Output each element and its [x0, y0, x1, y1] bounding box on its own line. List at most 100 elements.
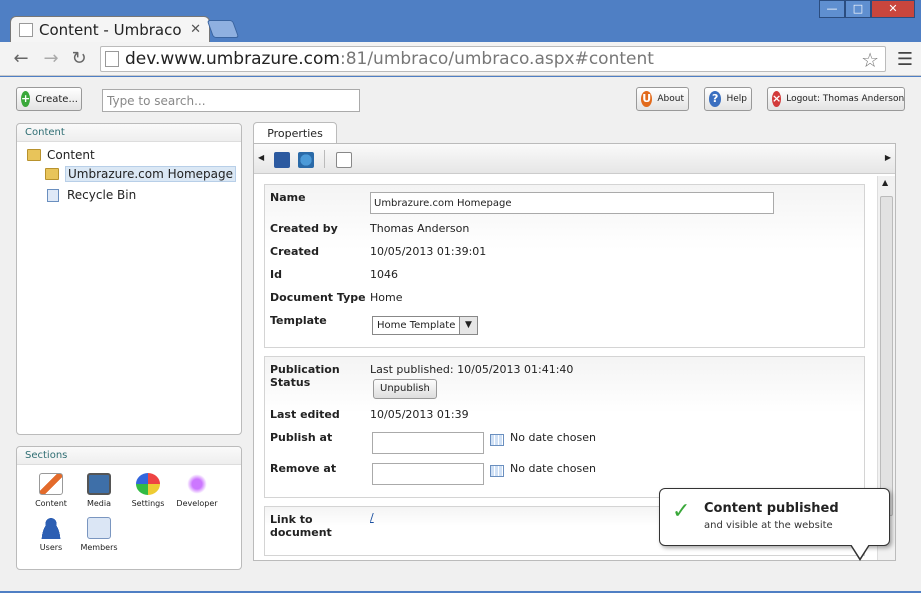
section-settings[interactable]: Settings [126, 473, 170, 508]
scroll-left-icon[interactable]: ◀ [258, 153, 264, 162]
reload-icon[interactable]: ↻ [68, 48, 90, 70]
publication-section: Publication Status Last published: 10/05… [264, 356, 865, 498]
section-users[interactable]: Users [29, 517, 73, 552]
save-icon[interactable] [274, 152, 290, 168]
help-icon: ? [709, 91, 722, 107]
save-and-publish-icon[interactable] [298, 152, 314, 168]
created-by-label: Created by [270, 222, 338, 235]
last-published-value: Last published: 10/05/2013 01:41:40 [370, 363, 574, 376]
publish-notification: ✓ Content published and visible at the w… [659, 488, 890, 561]
scroll-right-icon[interactable]: ▶ [885, 153, 891, 162]
document-type-label: Document Type [270, 291, 366, 304]
last-edited-label: Last edited [270, 408, 340, 421]
url-path: :81/umbraco/umbraco.aspx#content [339, 49, 654, 69]
about-label: About [657, 94, 684, 104]
scroll-up-icon[interactable]: ▲ [882, 178, 888, 187]
section-media[interactable]: Media [77, 473, 121, 508]
id-value: 1046 [370, 268, 398, 281]
back-arrow-icon[interactable]: ← [10, 48, 32, 70]
remove-at-label: Remove at [270, 462, 337, 475]
content-tree-header: Content [17, 124, 241, 142]
folder-icon [27, 149, 41, 161]
notification-tail-fill [851, 544, 869, 558]
new-tab-button[interactable] [206, 20, 240, 38]
minimize-button[interactable]: — [819, 0, 845, 18]
user-icon [39, 517, 63, 539]
menu-icon[interactable]: ☰ [897, 49, 913, 70]
tree-node-label: Umbrazure.com Homepage [65, 166, 236, 182]
page-icon [19, 22, 33, 37]
publish-at-field[interactable] [372, 432, 484, 454]
publication-status-label: Publication Status [270, 363, 340, 389]
browser-window: — □ ✕ Content - Umbraco C ✕ ← → ↻ dev.ww… [0, 0, 921, 593]
tree-node-recycle-bin[interactable]: Recycle Bin [47, 188, 136, 202]
template-select[interactable]: Home Template ▼ [372, 316, 478, 335]
close-window-button[interactable]: ✕ [871, 0, 915, 18]
section-label: Settings [131, 499, 165, 508]
properties-section: Name Created by Thomas Anderson Created … [264, 184, 865, 348]
section-content[interactable]: Content [29, 473, 73, 508]
section-label: Developer [176, 499, 218, 508]
created-label: Created [270, 245, 319, 258]
notification-title: Content published [704, 501, 839, 516]
forward-arrow-icon[interactable]: → [40, 48, 62, 70]
url-text: dev.www.umbrazure.com:81/umbraco/umbraco… [125, 49, 654, 69]
logout-icon: × [772, 91, 782, 107]
tree-node-label: Content [47, 148, 95, 162]
preview-icon[interactable] [336, 152, 352, 168]
document-link[interactable]: / [370, 511, 374, 524]
section-label: Members [80, 543, 118, 552]
created-by-value: Thomas Anderson [370, 222, 470, 235]
search-input[interactable] [102, 89, 360, 112]
publish-at-no-date: No date chosen [510, 431, 596, 444]
window-controls: — □ ✕ [819, 0, 915, 18]
create-button[interactable]: + Create... [16, 87, 82, 111]
created-value: 10/05/2013 01:39:01 [370, 245, 487, 258]
bookmark-star-icon[interactable]: ☆ [861, 48, 879, 72]
monitor-icon [87, 473, 111, 495]
tab-properties[interactable]: Properties [253, 122, 337, 144]
remove-at-field[interactable] [372, 463, 484, 485]
help-button[interactable]: ? Help [704, 87, 752, 111]
browser-tab[interactable]: Content - Umbraco C ✕ [10, 16, 210, 42]
name-field[interactable] [370, 192, 774, 214]
calendar-icon[interactable] [490, 434, 504, 446]
editor-toolbar: ◀ ▶ [254, 144, 895, 174]
about-button[interactable]: U About [636, 87, 689, 111]
document-type-value: Home [370, 291, 403, 304]
tree-node-homepage[interactable]: Umbrazure.com Homepage [45, 166, 236, 182]
tree-node-content[interactable]: Content [27, 148, 95, 162]
section-developer[interactable]: Developer [175, 473, 219, 508]
template-selected-value: Home Template [377, 320, 456, 331]
unpublish-button[interactable]: Unpublish [373, 379, 437, 399]
name-label: Name [270, 191, 306, 204]
close-tab-icon[interactable]: ✕ [190, 22, 201, 37]
create-label: Create... [35, 93, 78, 105]
id-label: Id [270, 268, 282, 281]
sections-header: Sections [17, 447, 241, 465]
color-wheel-icon [136, 473, 160, 495]
plus-icon: + [21, 91, 31, 107]
help-label: Help [726, 94, 747, 104]
template-label: Template [270, 314, 327, 327]
notification-message: and visible at the website [704, 520, 833, 531]
toolbar-divider [324, 150, 325, 168]
link-to-document-label: Link to document [270, 513, 332, 539]
scrollbar-thumb[interactable] [880, 196, 893, 516]
remove-at-no-date: No date chosen [510, 462, 596, 475]
last-edited-value: 10/05/2013 01:39 [370, 408, 469, 421]
umbraco-logo-icon: U [641, 91, 653, 107]
chevron-down-icon: ▼ [459, 317, 477, 334]
logout-button[interactable]: × Logout: Thomas Anderson [767, 87, 905, 111]
url-host: dev.www.umbrazure.com [125, 49, 340, 69]
section-label: Users [39, 543, 63, 552]
section-members[interactable]: Members [77, 517, 121, 552]
maximize-button[interactable]: □ [845, 0, 871, 18]
calendar-icon[interactable] [490, 465, 504, 477]
folder-icon [45, 168, 59, 180]
tab-title: Content - Umbraco C [39, 20, 187, 39]
address-bar[interactable]: dev.www.umbrazure.com:81/umbraco/umbraco… [100, 46, 886, 72]
content-tree-panel: Content Content Umbrazure.com Homepage R… [16, 123, 242, 435]
section-label: Content [35, 499, 67, 508]
browser-toolbar: ← → ↻ dev.www.umbrazure.com:81/umbraco/u… [0, 42, 921, 76]
